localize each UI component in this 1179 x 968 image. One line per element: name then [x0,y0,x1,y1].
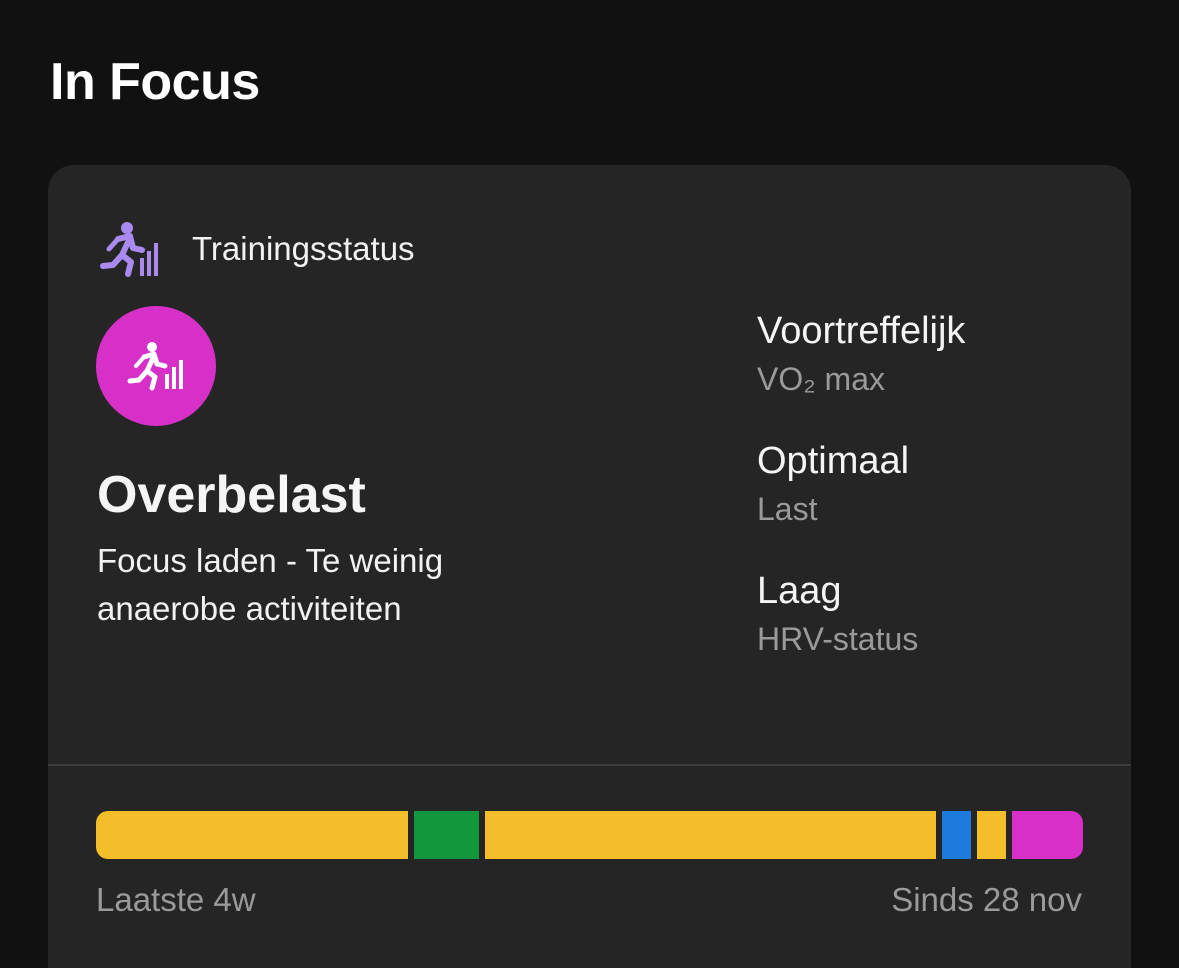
metric-label: VO₂ max [757,361,885,397]
metric-value: Laag [757,570,842,612]
status-description: Focus laden - Te weinig anaerobe activit… [97,542,444,627]
history-start-label: Laatste 4w [96,881,256,918]
metric-label: Last [757,491,818,527]
divider [48,764,1131,766]
card-title: Trainingsstatus [192,230,415,267]
history-bar-segment [96,811,409,859]
training-status-icon [100,221,162,277]
history-bar-segment [1012,811,1083,859]
status-title: Overbelast [97,466,366,524]
metric-hrv: Laag HRV-status [757,565,1117,695]
history-bar-segment [485,811,937,859]
history-bar-segment [977,811,1007,859]
history-end-label: Sinds 28 nov [891,881,1082,918]
training-status-card[interactable]: Trainingsstatus Overbelast Focus laden -… [48,165,1131,968]
status-badge [96,306,216,426]
status-history-bar [96,811,1083,859]
section-title: In Focus [50,53,260,111]
metric-load: Optimaal Last [757,435,1117,565]
training-status-icon [127,342,183,391]
metric-label: HRV-status [757,621,919,657]
metrics-list: Voortreffelijk VO₂ max Optimaal Last Laa… [757,305,1117,695]
history-bar-segment [942,811,972,859]
card-header: Trainingsstatus [100,221,415,277]
metric-vo2max: Voortreffelijk VO₂ max [757,305,1117,435]
page: In Focus Trainingsstatus Overbelast Focu… [0,0,1179,968]
metric-value: Voortreffelijk [757,310,966,352]
metric-value: Optimaal [757,440,910,482]
history-bar-segment [414,811,480,859]
history-footer: Laatste 4w Sinds 28 nov [96,877,1082,923]
